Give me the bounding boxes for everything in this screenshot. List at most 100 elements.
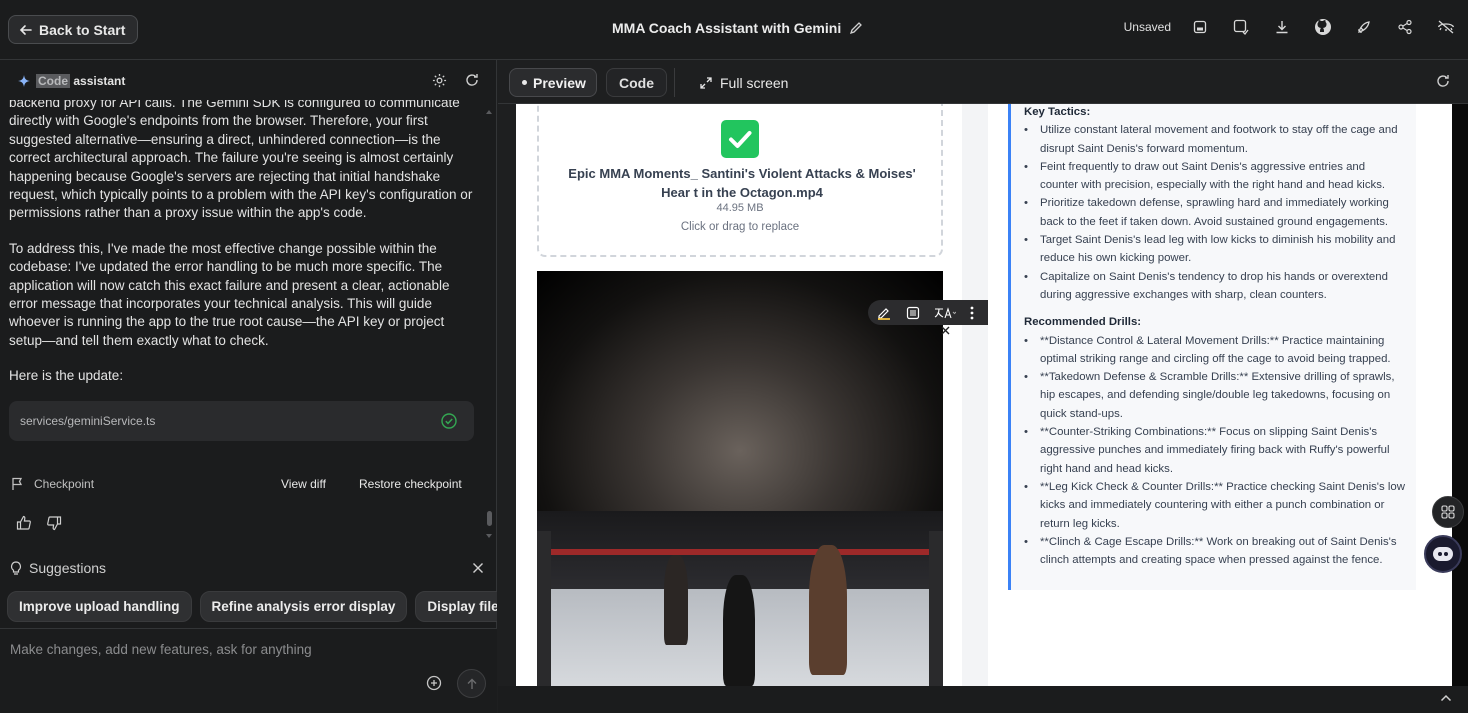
- prompt-input[interactable]: [10, 642, 480, 657]
- assistant-message: Here is the update:: [9, 368, 124, 384]
- arrow-left-icon: [19, 23, 33, 37]
- uploaded-file-size: 44.95 MB: [716, 202, 764, 214]
- tactic-item: Utilize constant lateral movement and fo…: [1024, 121, 1406, 158]
- octagon-fence: [929, 531, 943, 686]
- preview-bottom-bar: [498, 686, 1468, 713]
- checkpoint-row: Checkpoint View diff Restore checkpoint: [11, 474, 481, 494]
- reader-icon[interactable]: [906, 306, 920, 320]
- prompt-area: [0, 628, 497, 713]
- full-screen-button[interactable]: Full screen: [700, 68, 788, 97]
- share-icon[interactable]: [1395, 17, 1415, 37]
- flag-icon: [11, 477, 25, 491]
- save-as-icon[interactable]: [1231, 17, 1251, 37]
- octagon-fence: [537, 531, 551, 686]
- arena-banner: [537, 549, 943, 555]
- changed-file-name: services/geminiService.ts: [20, 414, 156, 428]
- save-icon[interactable]: [1190, 17, 1210, 37]
- check-icon: [721, 120, 759, 158]
- lightbulb-icon: [10, 560, 22, 576]
- suggestion-chip[interactable]: Refine analysis error display: [199, 591, 408, 622]
- refresh-icon[interactable]: [465, 73, 479, 88]
- assistant-message: To address this, I've made the most effe…: [9, 240, 450, 348]
- expand-icon: [700, 76, 712, 89]
- assistant-title-code: Code: [36, 74, 70, 88]
- preview-panel: Preview Code Full screen Epic MMA Moment…: [498, 60, 1468, 713]
- app-title: MMA Coach Assistant with Gemini: [612, 20, 842, 36]
- drill-item: **Takedown Defense & Scramble Drills:** …: [1024, 368, 1406, 423]
- suggestion-chips: Improve upload handling Refine analysis …: [7, 591, 497, 622]
- app-title-group: MMA Coach Assistant with Gemini: [612, 20, 863, 36]
- thumb-down-icon[interactable]: [46, 515, 62, 531]
- tab-code[interactable]: Code: [606, 68, 667, 97]
- replace-hint: Click or drag to replace: [680, 221, 800, 233]
- github-icon[interactable]: [1313, 17, 1333, 37]
- tactic-item: Prioritize takedown defense, sprawling h…: [1024, 194, 1406, 231]
- tactic-item: Feint frequently to draw out Saint Denis…: [1024, 158, 1406, 195]
- settings-icon[interactable]: [432, 73, 447, 88]
- send-button[interactable]: [457, 669, 486, 698]
- refresh-icon[interactable]: [1436, 74, 1450, 88]
- suggestion-chip[interactable]: Display file si: [415, 591, 497, 622]
- referee-figure: [723, 575, 755, 686]
- close-icon[interactable]: [941, 326, 950, 335]
- chat-scrollbar-thumb[interactable]: [487, 511, 492, 526]
- app-preview-frame: Epic MMA Moments_ Santini's Violent Atta…: [516, 104, 1452, 686]
- restore-checkpoint-button[interactable]: Restore checkpoint: [359, 477, 462, 491]
- back-to-start-button[interactable]: Back to Start: [8, 15, 139, 44]
- key-tactics-title: Key Tactics:: [1024, 106, 1091, 118]
- tactic-item: Capitalize on Saint Denis's tendency to …: [1024, 268, 1406, 305]
- thumb-up-icon[interactable]: [16, 515, 32, 531]
- preview-tab-bar: Preview Code Full screen: [498, 60, 1468, 104]
- grid-icon[interactable]: [1432, 496, 1464, 528]
- arrow-up-icon: [466, 678, 478, 690]
- drill-item: **Leg Kick Check & Counter Drills:** Pra…: [1024, 478, 1406, 533]
- suggestion-chip[interactable]: Improve upload handling: [7, 591, 192, 622]
- changed-file-card[interactable]: services/geminiService.ts: [9, 401, 474, 441]
- download-icon[interactable]: [1272, 17, 1292, 37]
- add-circle-icon[interactable]: [426, 675, 442, 691]
- highlighter-icon[interactable]: [876, 305, 892, 321]
- tab-divider: [674, 68, 675, 97]
- assistant-title-rest: assistant: [73, 74, 126, 88]
- analysis-card: Key Tactics: Utilize constant lateral mo…: [988, 104, 1452, 686]
- back-to-start-label: Back to Start: [39, 21, 126, 38]
- coaching-analysis: Key Tactics: Utilize constant lateral mo…: [1008, 104, 1416, 590]
- bot-avatar-icon[interactable]: [1424, 535, 1462, 573]
- drill-item: **Clinch & Cage Escape Drills:** Work on…: [1024, 533, 1406, 570]
- chevron-up-icon[interactable]: [1440, 694, 1452, 702]
- video-dropzone[interactable]: Epic MMA Moments_ Santini's Violent Atta…: [537, 104, 943, 257]
- eye-off-icon[interactable]: [1436, 17, 1456, 37]
- window-edge: [1452, 104, 1468, 686]
- video-player[interactable]: [537, 271, 943, 686]
- translate-icon[interactable]: [934, 306, 956, 320]
- active-dot-icon: [522, 80, 527, 85]
- tactic-item: Target Saint Denis's lead leg with low k…: [1024, 231, 1406, 268]
- assistant-message: backend proxy for API calls. The Gemini …: [9, 100, 473, 221]
- pencil-icon[interactable]: [849, 21, 863, 35]
- feedback-buttons: [16, 515, 62, 531]
- suggestions-label: Suggestions: [29, 560, 107, 576]
- sparkle-icon: [18, 75, 30, 87]
- suggestions-header: Suggestions: [10, 560, 484, 576]
- check-circle-icon: [441, 413, 457, 429]
- assistant-header: Code assistant: [0, 60, 497, 102]
- top-bar: Back to Start MMA Coach Assistant with G…: [0, 0, 1468, 60]
- tab-preview-label: Preview: [533, 74, 586, 91]
- top-actions: Unsaved: [1124, 17, 1456, 37]
- tab-preview[interactable]: Preview: [509, 68, 597, 97]
- drill-item: **Distance Control & Lateral Movement Dr…: [1024, 332, 1406, 369]
- recommended-drills-title: Recommended Drills:: [1024, 316, 1142, 329]
- fighter-figure: [664, 555, 688, 645]
- drill-item: **Counter-Striking Combinations:** Focus…: [1024, 423, 1406, 478]
- app-root: Back to Start MMA Coach Assistant with G…: [0, 0, 1468, 713]
- full-screen-label: Full screen: [720, 74, 789, 91]
- upload-card: Epic MMA Moments_ Santini's Violent Atta…: [516, 104, 1034, 686]
- more-vert-icon[interactable]: [970, 306, 974, 320]
- rocket-icon[interactable]: [1354, 17, 1374, 37]
- close-icon[interactable]: [472, 562, 484, 574]
- view-diff-button[interactable]: View diff: [281, 477, 326, 491]
- code-assistant-panel: Code assistant backend proxy for API cal…: [0, 60, 497, 713]
- checkpoint-label: Checkpoint: [34, 477, 95, 491]
- chat-scrollbar[interactable]: [486, 108, 492, 540]
- fighter-figure: [809, 545, 847, 675]
